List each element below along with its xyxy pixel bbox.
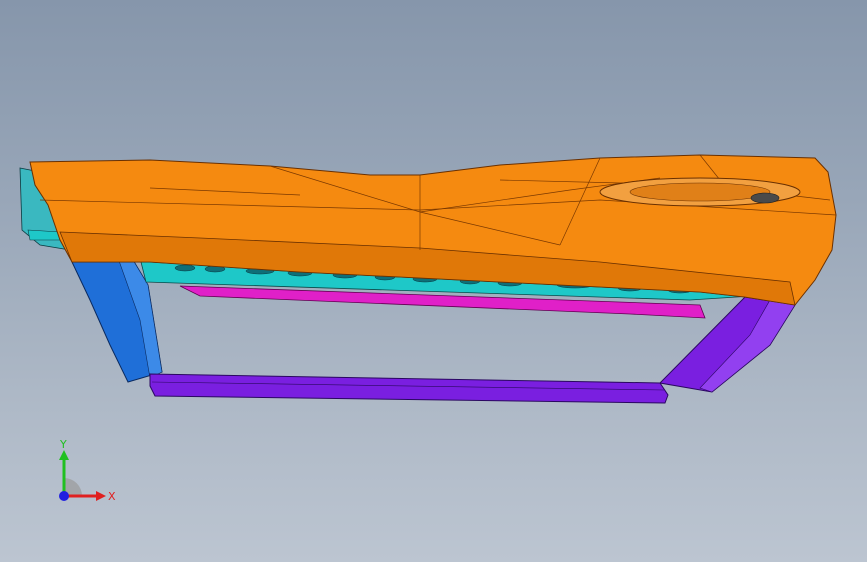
y-arrow-icon — [59, 450, 69, 460]
z-axis-icon — [59, 491, 69, 501]
x-axis-label: X — [108, 490, 116, 503]
axis-triad: Y X — [59, 438, 116, 503]
bottom-rail-part[interactable] — [149, 373, 669, 404]
3d-model[interactable] — [0, 0, 867, 562]
y-axis-label: Y — [59, 438, 67, 451]
x-arrow-icon — [96, 491, 106, 501]
cad-viewport[interactable]: Y X — [0, 0, 867, 562]
top-opening-inner — [629, 182, 771, 202]
side-hole — [750, 192, 780, 204]
